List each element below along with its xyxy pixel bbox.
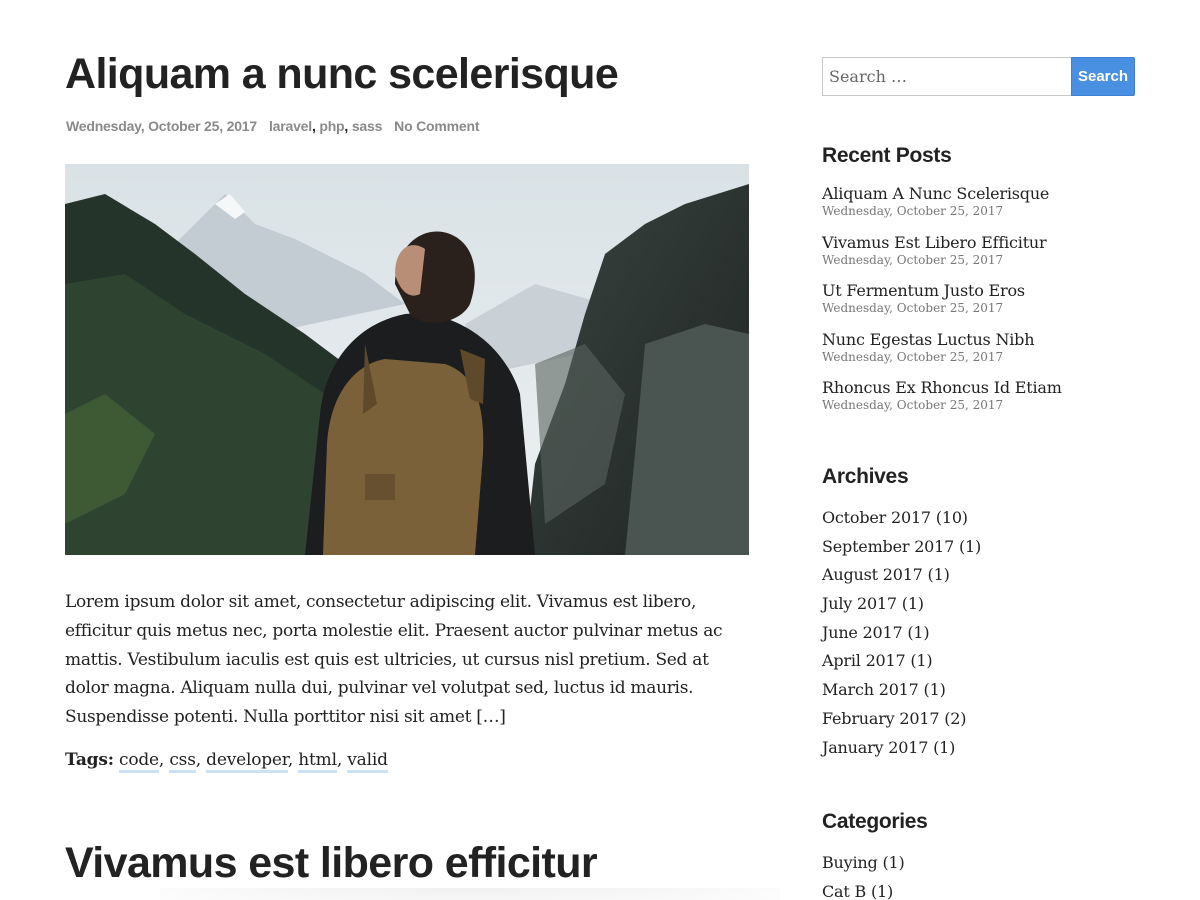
recent-post-date: Wednesday, October 25, 2017: [822, 252, 1004, 267]
tag-link-code[interactable]: code: [119, 750, 159, 773]
search-input[interactable]: [822, 57, 1071, 96]
list-item: Aliquam A Nunc Scelerisque Wednesday, Oc…: [822, 184, 1062, 233]
category-link-sass[interactable]: sass: [352, 118, 383, 134]
recent-posts-heading: Recent Posts: [822, 144, 952, 167]
archive-link-june-2017[interactable]: June 2017: [822, 623, 903, 642]
categories-list: Buying (1) Cat B (1): [822, 853, 905, 900]
post-title-link[interactable]: Aliquam a nunc scelerisque: [65, 53, 765, 96]
archive-count: (1): [923, 680, 946, 700]
post-shadow: [160, 888, 780, 900]
archive-link-march-2017[interactable]: March 2017: [822, 680, 919, 699]
list-item: August 2017 (1): [822, 565, 981, 594]
recent-post-link[interactable]: Vivamus Est Libero Efficitur: [822, 233, 1062, 253]
list-item: September 2017 (1): [822, 537, 981, 566]
category-link-buying[interactable]: Buying: [822, 853, 878, 872]
separator: ,: [311, 118, 316, 134]
archive-count: (1): [959, 536, 982, 556]
archive-link-october-2017[interactable]: October 2017: [822, 508, 931, 527]
archive-count: (1): [933, 737, 956, 757]
list-item: Vivamus Est Libero Efficitur Wednesday, …: [822, 233, 1062, 282]
archive-link-february-2017[interactable]: February 2017: [822, 709, 940, 728]
archives-list: October 2017 (10) September 2017 (1) Aug…: [822, 508, 981, 766]
list-item: June 2017 (1): [822, 623, 981, 652]
search-button[interactable]: Search: [1071, 57, 1135, 96]
list-item: January 2017 (1): [822, 738, 981, 767]
archive-link-september-2017[interactable]: September 2017: [822, 537, 954, 556]
list-item: October 2017 (10): [822, 508, 981, 537]
categories-heading: Categories: [822, 810, 928, 833]
comments-link[interactable]: No Comment: [394, 118, 479, 134]
post-tags: Tags: code, css, developer, html, valid: [65, 750, 388, 773]
post-meta: Wednesday, October 25, 2017 laravel, php,…: [66, 118, 479, 134]
list-item: Cat B (1): [822, 882, 905, 900]
post-title-link[interactable]: Vivamus est libero efficitur: [65, 842, 765, 885]
list-item: Buying (1): [822, 853, 905, 882]
list-item: Nunc Egestas Luctus Nibh Wednesday, Octo…: [822, 330, 1062, 379]
post-excerpt: Lorem ipsum dolor sit amet, consectetur …: [65, 592, 723, 728]
archive-count: (2): [944, 708, 967, 728]
category-count: (1): [870, 881, 894, 900]
recent-post-date: Wednesday, October 25, 2017: [822, 301, 1004, 315]
category-count: (1): [882, 853, 905, 872]
category-link-laravel[interactable]: laravel: [269, 118, 312, 134]
archive-count: (1): [907, 622, 930, 642]
list-item: Rhoncus Ex Rhoncus Id Etiam Wednesday, O…: [822, 378, 1062, 427]
recent-post-link[interactable]: Aliquam A Nunc Scelerisque: [822, 184, 1062, 204]
tags-label: Tags:: [65, 750, 114, 770]
recent-post-link[interactable]: Nunc Egestas Luctus Nibh: [822, 330, 1062, 350]
list-item: April 2017 (1): [822, 651, 981, 680]
tag-link-valid[interactable]: valid: [347, 750, 388, 773]
list-item: February 2017 (2): [822, 709, 981, 738]
archive-link-april-2017[interactable]: April 2017: [822, 651, 906, 670]
featured-image[interactable]: [65, 164, 749, 555]
archives-heading: Archives: [822, 465, 909, 488]
recent-post-date: Wednesday, October 25, 2017: [822, 204, 1004, 218]
recent-post-link[interactable]: Rhoncus Ex Rhoncus Id Etiam: [822, 378, 1062, 398]
archive-count: (1): [901, 594, 924, 614]
list-item: March 2017 (1): [822, 680, 981, 709]
separator: ,: [158, 750, 165, 770]
archive-count: (10): [935, 508, 968, 527]
post-date-link[interactable]: Wednesday, October 25, 2017: [66, 118, 257, 134]
hiker-mountain-image: [65, 164, 749, 555]
recent-post-link[interactable]: Ut Fermentum Justo Eros: [822, 281, 1062, 301]
tag-link-css[interactable]: css: [169, 750, 196, 773]
archive-count: (1): [927, 565, 950, 585]
recent-post-date: Wednesday, October 25, 2017: [822, 349, 1004, 364]
list-item: July 2017 (1): [822, 594, 981, 623]
category-link-cat-b[interactable]: Cat B: [822, 882, 866, 900]
tag-link-developer[interactable]: developer: [206, 750, 288, 773]
separator: ,: [344, 118, 349, 134]
list-item: Ut Fermentum Justo Eros Wednesday, Octob…: [822, 281, 1062, 330]
tag-link-html[interactable]: html: [298, 750, 337, 773]
recent-posts-list: Aliquam A Nunc Scelerisque Wednesday, Oc…: [822, 184, 1062, 427]
archive-link-january-2017[interactable]: January 2017: [822, 738, 928, 757]
separator: ,: [195, 750, 201, 770]
separator: ,: [336, 750, 343, 770]
archive-count: (1): [910, 651, 933, 671]
recent-post-date: Wednesday, October 25, 2017: [822, 398, 1004, 412]
archive-link-august-2017[interactable]: August 2017: [822, 565, 923, 584]
archive-link-july-2017[interactable]: July 2017: [822, 594, 897, 613]
separator: ,: [287, 750, 294, 770]
category-link-php[interactable]: php: [319, 118, 344, 134]
